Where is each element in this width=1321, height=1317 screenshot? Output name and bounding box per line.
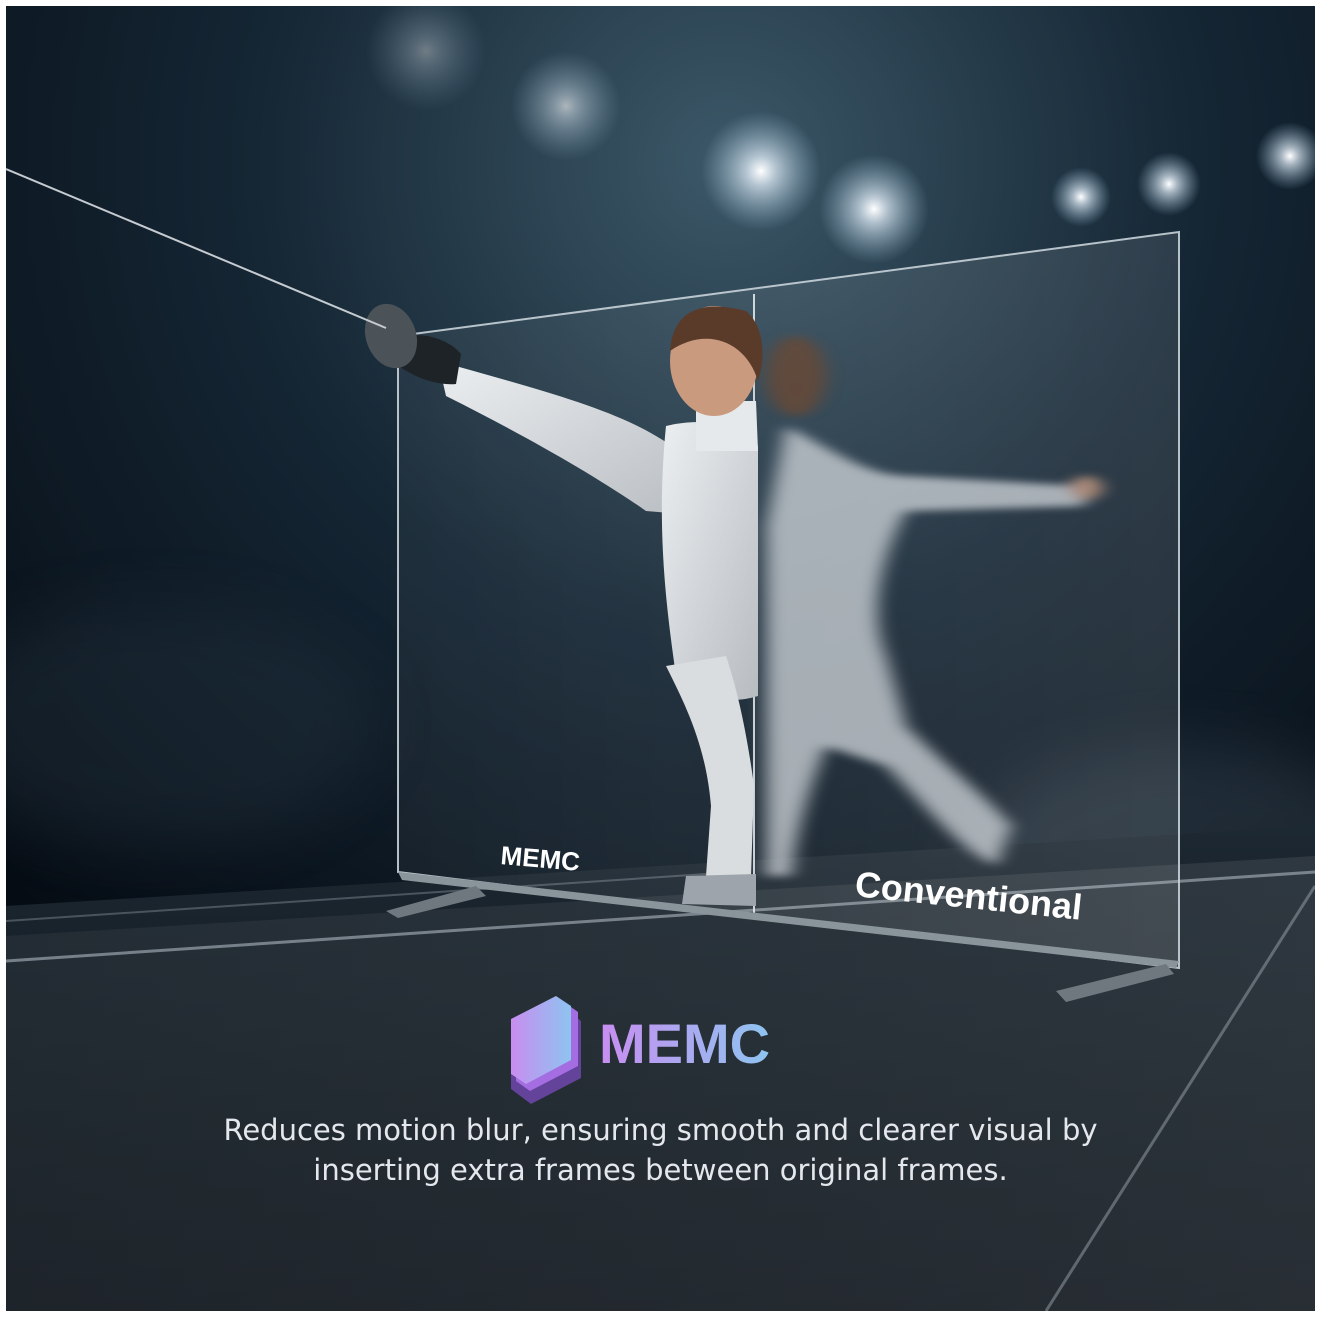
caption-line-2: inserting extra frames between original … — [313, 1153, 1008, 1187]
caption-line-1: Reduces motion blur, ensuring smooth and… — [223, 1113, 1098, 1147]
promo-banner: MEMC Conventional MEMC Reduces motion bl… — [6, 6, 1315, 1311]
feature-caption: Reduces motion blur, ensuring smooth and… — [6, 1110, 1315, 1190]
brand-title: MEMC — [599, 1012, 770, 1075]
